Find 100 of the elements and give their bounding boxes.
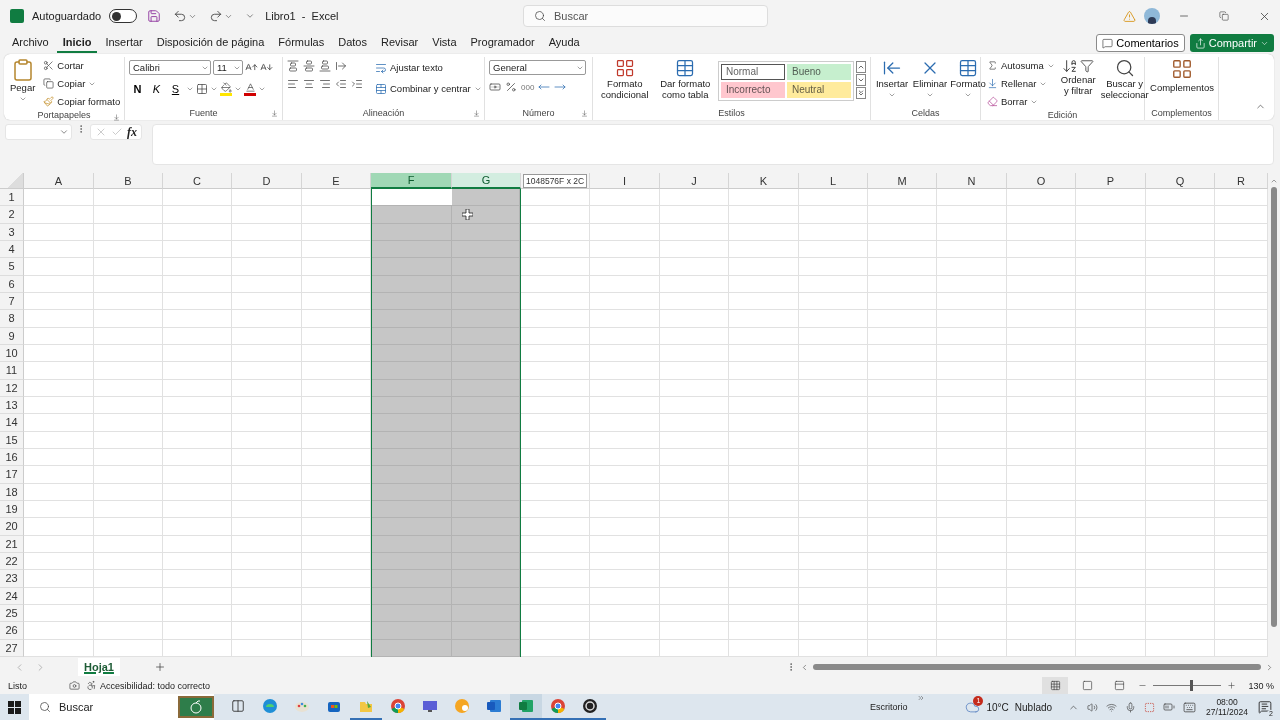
clear-button[interactable]: Borrar bbox=[985, 93, 1057, 110]
weather-condition[interactable]: Nublado bbox=[1014, 701, 1053, 713]
column-header[interactable]: C bbox=[163, 173, 232, 189]
sort-filter-button[interactable]: Ordenar y filtrar bbox=[1058, 57, 1098, 98]
conditional-format-button[interactable]: Formato condicional bbox=[597, 57, 653, 102]
align-left-icon[interactable] bbox=[287, 78, 299, 90]
ribbon-tab[interactable]: Datos bbox=[332, 33, 373, 53]
keyboard-icon[interactable] bbox=[1183, 700, 1197, 714]
column-header[interactable]: G bbox=[452, 173, 521, 189]
toolbar-expand-icon[interactable] bbox=[917, 694, 926, 702]
confirm-icon[interactable] bbox=[111, 126, 123, 138]
underline-button[interactable]: S bbox=[167, 80, 184, 97]
ribbon-tab[interactable]: Inicio bbox=[56, 33, 98, 53]
battery-icon[interactable] bbox=[1163, 701, 1176, 713]
borders-icon[interactable] bbox=[196, 82, 208, 95]
cell-style-option[interactable]: Incorrecto bbox=[721, 82, 785, 98]
dialog-launcher-icon[interactable] bbox=[473, 110, 480, 117]
normal-view-button[interactable] bbox=[1042, 677, 1069, 694]
dialog-launcher-icon[interactable] bbox=[581, 110, 588, 117]
selected-column-range[interactable] bbox=[371, 189, 452, 657]
ribbon-tab[interactable]: Insertar bbox=[99, 33, 149, 53]
zoom-in-icon[interactable] bbox=[1227, 681, 1237, 690]
scroll-down-icon[interactable] bbox=[856, 74, 866, 86]
cut-button[interactable]: Cortar bbox=[41, 57, 123, 74]
column-header[interactable]: P bbox=[1076, 173, 1146, 189]
record-icon[interactable] bbox=[1144, 701, 1156, 713]
wrap-text-button[interactable]: Ajustar texto bbox=[373, 59, 484, 76]
windows-logo-icon[interactable] bbox=[8, 700, 21, 714]
find-select-button[interactable]: Buscar y seleccionar bbox=[1099, 57, 1150, 102]
more-icon[interactable] bbox=[856, 87, 866, 99]
paste-button[interactable]: Pegar bbox=[8, 57, 38, 104]
share-button[interactable]: Compartir bbox=[1189, 34, 1274, 52]
comments-button[interactable]: Comentarios bbox=[1096, 34, 1185, 52]
autosave-toggle[interactable] bbox=[109, 9, 138, 23]
column-header[interactable]: N bbox=[937, 173, 1007, 189]
cloud-icon[interactable] bbox=[965, 699, 981, 715]
selected-column-range[interactable] bbox=[452, 189, 521, 657]
fill-color-icon[interactable] bbox=[220, 81, 232, 96]
ribbon-tab[interactable]: Ayuda bbox=[542, 33, 586, 53]
orientation-icon[interactable] bbox=[335, 60, 347, 72]
format-painter-button[interactable]: Copiar formato bbox=[41, 93, 123, 110]
dialog-launcher-icon[interactable] bbox=[113, 114, 120, 121]
zoom-thumb[interactable] bbox=[1189, 680, 1193, 691]
active-cell[interactable] bbox=[372, 189, 452, 207]
font-color-icon[interactable] bbox=[244, 81, 256, 96]
ribbon-tab[interactable]: Disposición de página bbox=[150, 33, 271, 53]
copy-button[interactable]: Copiar bbox=[41, 75, 123, 92]
align-middle-icon[interactable] bbox=[303, 60, 315, 72]
taskbar-search-field[interactable]: Buscar bbox=[29, 694, 214, 720]
search-field[interactable]: Buscar bbox=[523, 5, 768, 27]
ribbon-tab[interactable]: Revisar bbox=[374, 33, 425, 53]
font-size-select[interactable]: 11 bbox=[213, 60, 243, 75]
scroll-up-icon[interactable] bbox=[856, 61, 866, 73]
name-box[interactable] bbox=[5, 124, 72, 140]
volume-icon[interactable] bbox=[1087, 701, 1099, 713]
taskbar-clock[interactable]: 08:00 27/11/2024 bbox=[1206, 696, 1248, 718]
cell-style-option[interactable]: Normal bbox=[721, 64, 785, 80]
cancel-icon[interactable] bbox=[95, 126, 107, 138]
column-header[interactable]: D bbox=[232, 173, 302, 189]
align-bottom-icon[interactable] bbox=[319, 60, 331, 72]
insert-function-button[interactable]: fx bbox=[127, 124, 137, 140]
column-header[interactable]: R bbox=[1215, 173, 1268, 189]
desktop-label[interactable]: Escritorio bbox=[869, 702, 908, 712]
column-header[interactable]: I bbox=[590, 173, 660, 189]
column-header[interactable]: O bbox=[1007, 173, 1076, 189]
column-header[interactable]: K bbox=[729, 173, 799, 189]
column-header[interactable]: L bbox=[799, 173, 868, 189]
autosum-button[interactable]: Autosuma bbox=[985, 57, 1057, 74]
font-name-select[interactable]: Calibri bbox=[129, 60, 211, 75]
cells-button[interactable]: Formato bbox=[951, 57, 985, 100]
ribbon-tab[interactable]: Programador bbox=[464, 33, 541, 53]
thousands-button[interactable]: 000 bbox=[521, 82, 535, 92]
column-header[interactable]: J bbox=[660, 173, 729, 189]
dialog-launcher-icon[interactable] bbox=[271, 110, 278, 117]
notifications-icon[interactable] bbox=[1258, 700, 1272, 714]
fill-button[interactable]: Rellenar bbox=[985, 75, 1057, 92]
align-center-icon[interactable] bbox=[303, 78, 315, 90]
bold-button[interactable]: N bbox=[129, 80, 146, 97]
add-sheet-icon[interactable] bbox=[153, 661, 166, 673]
cells-button[interactable]: Insertar bbox=[875, 57, 909, 100]
ribbon-tab[interactable]: Fórmulas bbox=[272, 33, 331, 53]
currency-icon[interactable] bbox=[489, 81, 501, 93]
italic-button[interactable]: K bbox=[148, 80, 165, 97]
merge-center-button[interactable]: Combinar y centrar bbox=[373, 80, 484, 97]
ribbon-tab[interactable]: Archivo bbox=[6, 33, 55, 53]
align-top-icon[interactable] bbox=[287, 60, 299, 72]
column-header[interactable]: A bbox=[24, 173, 94, 189]
select-all-corner[interactable] bbox=[0, 173, 24, 189]
format-as-table-button[interactable]: Dar formato como tabla bbox=[654, 57, 716, 102]
account-avatar[interactable] bbox=[1144, 8, 1160, 24]
weather-temperature[interactable]: 10°C bbox=[986, 701, 1009, 713]
column-header[interactable]: B bbox=[94, 173, 163, 189]
number-format-select[interactable]: General bbox=[489, 60, 586, 75]
column-header[interactable]: Q bbox=[1146, 173, 1215, 189]
cell-style-option[interactable]: Neutral bbox=[787, 82, 851, 98]
column-header[interactable]: E bbox=[302, 173, 371, 189]
percent-icon[interactable] bbox=[505, 81, 517, 93]
addins-button[interactable]: Complementos bbox=[1149, 57, 1215, 95]
column-header[interactable]: M bbox=[868, 173, 937, 189]
ribbon-tab[interactable]: Vista bbox=[426, 33, 463, 53]
